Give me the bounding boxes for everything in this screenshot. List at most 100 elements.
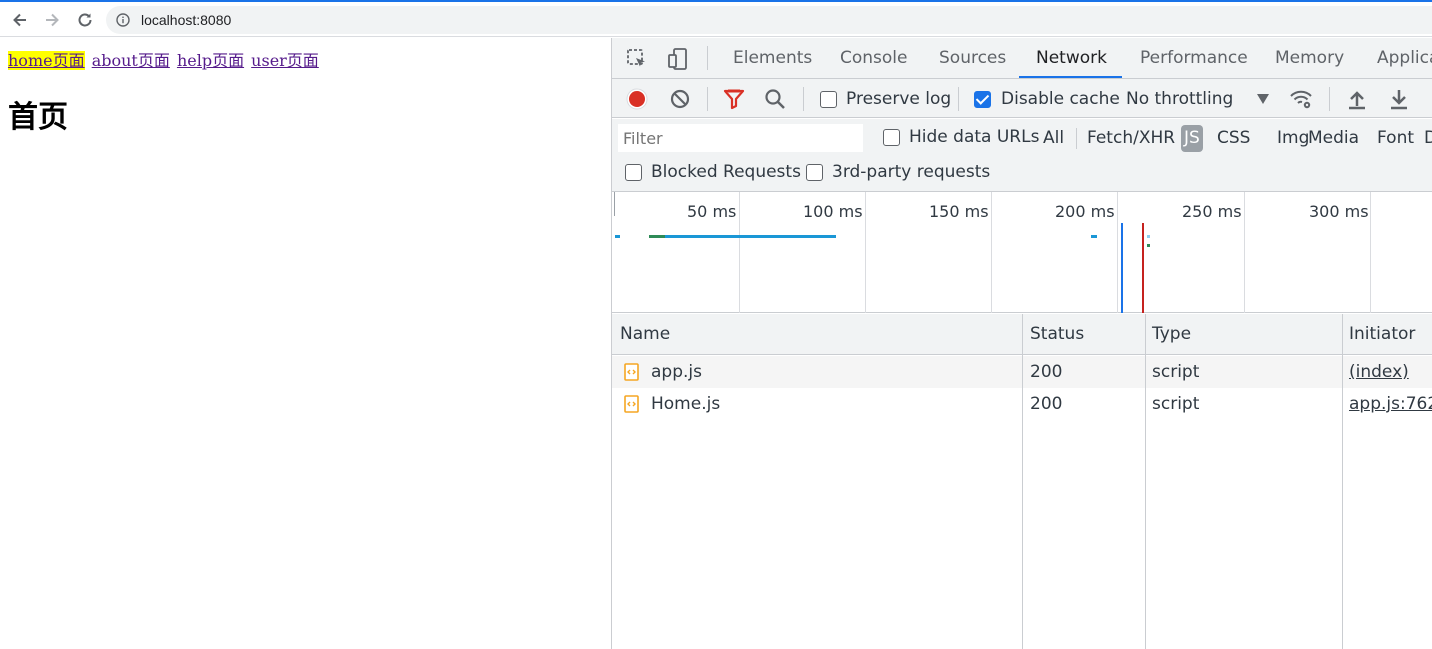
column-divider[interactable] [1145, 314, 1146, 649]
arrow-left-icon [13, 13, 26, 27]
load-event-marker [1142, 223, 1144, 313]
page-heading: 首页 [8, 100, 68, 135]
user-link[interactable]: user页面 [251, 51, 319, 70]
grid-line [991, 192, 992, 313]
hide-data-urls-label[interactable]: Hide data URLs [909, 127, 1039, 147]
page-nav: home页面 about页面 help页面 user页面 [8, 47, 321, 71]
request-status: 200 [1030, 362, 1063, 382]
disable-cache-label[interactable]: Disable cache [1001, 89, 1120, 109]
device-toolbar-icon[interactable] [666, 47, 690, 71]
third-party-requests-label[interactable]: 3rd-party requests [832, 162, 990, 182]
request-initiator-link[interactable]: app.js:762 [1349, 388, 1432, 420]
active-tab-indicator [1019, 76, 1122, 78]
disable-cache-checkbox[interactable] [974, 91, 991, 108]
request-name[interactable]: Home.js [651, 388, 720, 420]
blocked-requests-label[interactable]: Blocked Requests [651, 162, 801, 182]
column-divider[interactable] [1022, 314, 1023, 649]
blocked-requests-checkbox[interactable] [625, 164, 642, 181]
column-status[interactable]: Status [1022, 314, 1084, 355]
dropdown-arrow-icon[interactable] [1256, 93, 1270, 105]
request-bar [615, 235, 620, 238]
type-filter-css[interactable]: CSS [1214, 125, 1253, 152]
filter-bar: Hide data URLs All Fetch/XHR JS CSS Img … [612, 119, 1432, 192]
filter-icon[interactable] [722, 87, 746, 111]
address-bar[interactable]: localhost:8080 [106, 6, 1432, 34]
preserve-log-checkbox[interactable] [820, 91, 837, 108]
export-har-icon[interactable] [1387, 87, 1411, 111]
forward-button[interactable] [38, 6, 66, 34]
third-party-requests-checkbox[interactable] [806, 164, 823, 181]
tab-elements[interactable]: Elements [733, 38, 812, 79]
request-initiator-link[interactable]: (index) [1349, 356, 1409, 388]
devtools-tab-strip: Elements Console Sources Network Perform… [612, 38, 1432, 79]
request-bar [1147, 235, 1150, 238]
reload-icon [78, 13, 92, 27]
request-name[interactable]: app.js [651, 356, 702, 388]
inspect-element-icon[interactable] [625, 47, 649, 71]
url-text[interactable]: localhost:8080 [141, 12, 231, 28]
request-bar-waiting [649, 235, 665, 238]
separator [803, 87, 804, 111]
info-icon[interactable] [116, 13, 130, 27]
type-filter-all[interactable]: All [1040, 125, 1067, 152]
network-toolbar: Preserve log Disable cache No throttling [612, 79, 1432, 118]
type-filter-fetch-xhr[interactable]: Fetch/XHR [1084, 125, 1178, 152]
tab-sources[interactable]: Sources [939, 38, 1006, 79]
hide-data-urls-checkbox[interactable] [883, 129, 900, 146]
tab-performance[interactable]: Performance [1140, 38, 1248, 79]
grid-line [1244, 192, 1245, 313]
throttling-select[interactable]: No throttling [1126, 89, 1233, 109]
column-divider[interactable] [1342, 314, 1343, 649]
grid-line [865, 192, 866, 313]
type-filter-doc[interactable]: D [1421, 125, 1432, 152]
type-filter-js[interactable]: JS [1181, 125, 1203, 152]
about-link[interactable]: about页面 [92, 51, 170, 70]
request-status: 200 [1030, 394, 1063, 414]
filter-input[interactable] [618, 124, 863, 152]
home-link[interactable]: home页面 [8, 51, 85, 70]
dom-content-loaded-marker [1121, 223, 1123, 313]
page-viewport: home页面 about页面 help页面 user页面 首页 [0, 38, 611, 649]
import-har-icon[interactable] [1345, 87, 1369, 111]
tick-label: 150 ms [929, 202, 989, 221]
reload-button[interactable] [71, 6, 99, 34]
record-icon[interactable] [625, 87, 649, 111]
tick-label: 250 ms [1182, 202, 1242, 221]
separator [958, 87, 959, 111]
separator [707, 46, 708, 70]
clear-icon[interactable] [668, 87, 692, 111]
request-type: script [1152, 394, 1200, 414]
network-conditions-icon[interactable] [1289, 87, 1313, 111]
tick-label: 50 ms [687, 202, 737, 221]
separator [707, 87, 708, 111]
help-link[interactable]: help页面 [177, 51, 244, 70]
tick-label: 200 ms [1055, 202, 1115, 221]
tab-console[interactable]: Console [840, 38, 908, 79]
tab-application[interactable]: Applica [1377, 38, 1432, 79]
tick-label: 100 ms [803, 202, 863, 221]
grid-line [1370, 192, 1371, 313]
timeline-cursor [614, 192, 615, 216]
column-initiator[interactable]: Initiator [1341, 314, 1415, 355]
devtools-panel: Elements Console Sources Network Perform… [612, 38, 1432, 649]
back-button[interactable] [6, 6, 34, 34]
request-bar [1091, 235, 1097, 238]
column-name[interactable]: Name [612, 314, 670, 355]
browser-toolbar: localhost:8080 [0, 2, 1432, 37]
arrow-right-icon [46, 13, 59, 27]
grid-line [739, 192, 740, 313]
js-file-icon [624, 363, 639, 381]
js-file-icon [624, 395, 639, 413]
request-bar-download [665, 235, 836, 238]
column-type[interactable]: Type [1144, 314, 1191, 355]
type-filter-media[interactable]: Media [1305, 125, 1362, 152]
preserve-log-label[interactable]: Preserve log [846, 89, 951, 109]
tab-memory[interactable]: Memory [1275, 38, 1344, 79]
type-filter-font[interactable]: Font [1374, 125, 1417, 152]
network-overview[interactable]: 50 ms 100 ms 150 ms 200 ms 250 ms 300 ms [612, 192, 1432, 313]
search-icon[interactable] [763, 87, 787, 111]
grid-line [1117, 192, 1118, 313]
separator [1076, 128, 1077, 149]
tab-network[interactable]: Network [1036, 38, 1107, 79]
request-bar [1147, 244, 1150, 247]
